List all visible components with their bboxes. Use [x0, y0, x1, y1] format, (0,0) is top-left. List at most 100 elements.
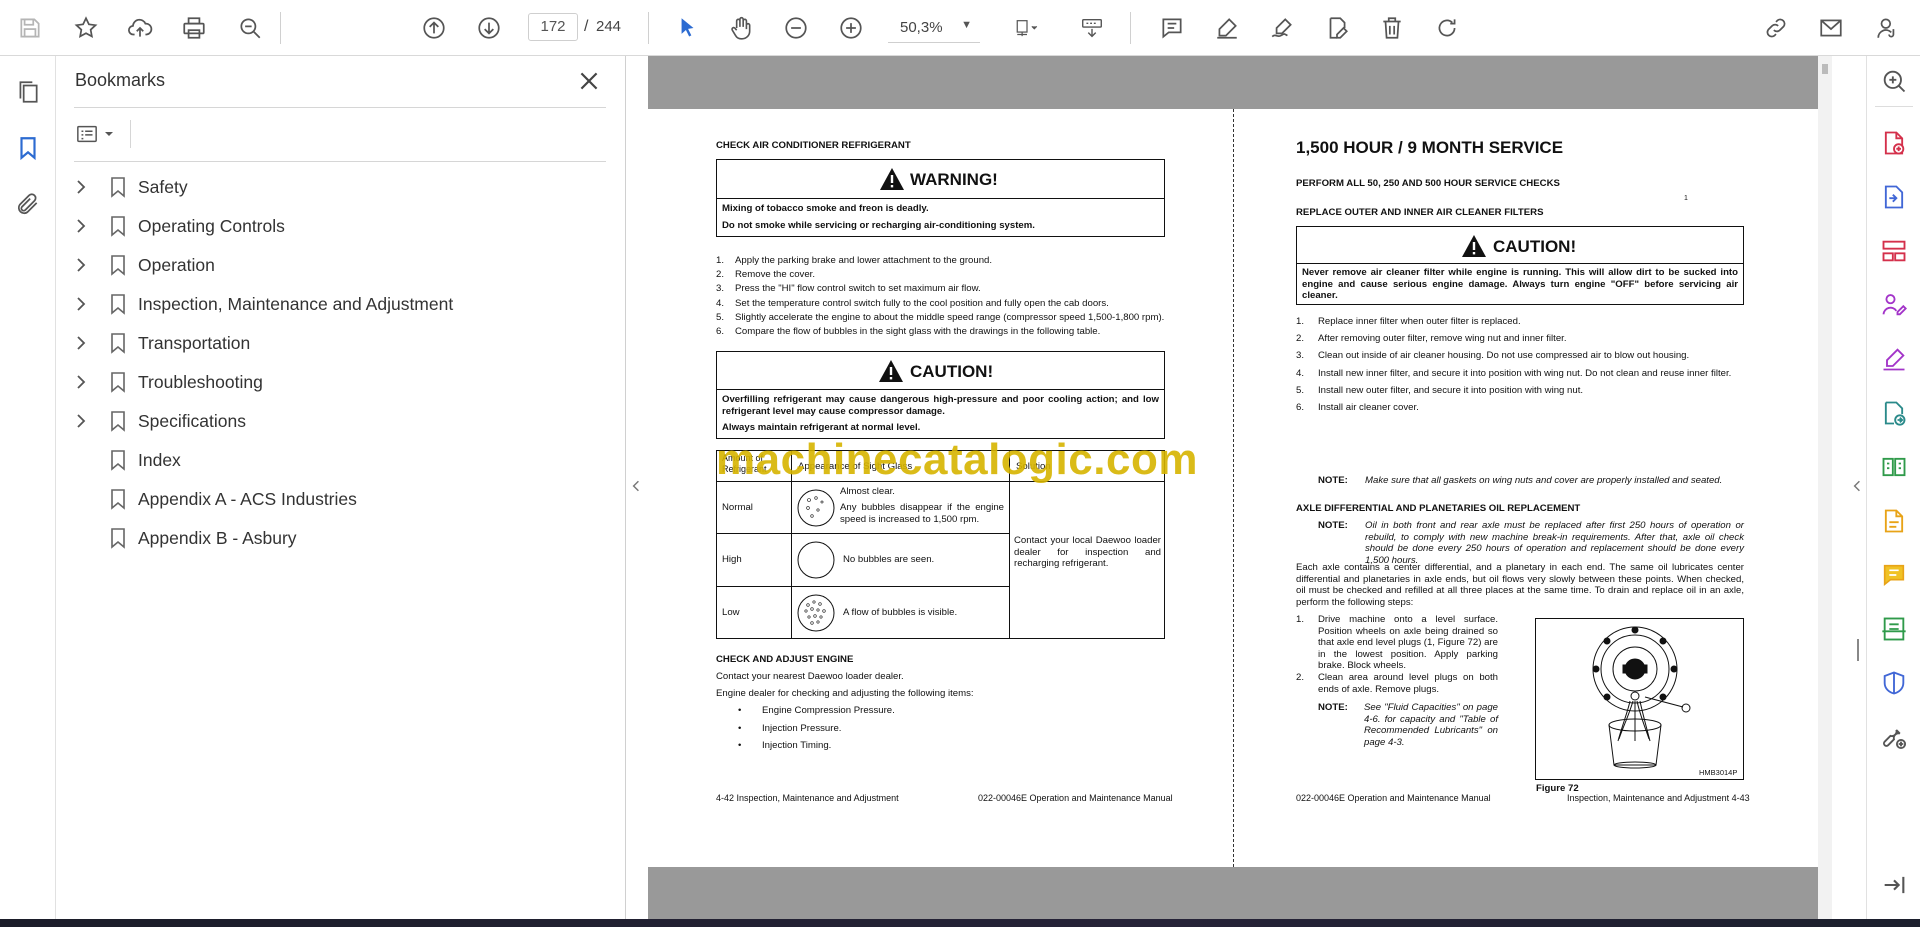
bookmark-options-button[interactable]: [74, 119, 124, 149]
protect-shield-icon[interactable]: [1877, 666, 1911, 700]
engine-check-item: Injection Pressure.: [762, 722, 842, 734]
bookmark-item[interactable]: Appendix B - Asbury: [70, 521, 610, 555]
note-1-label: NOTE:: [1318, 475, 1348, 486]
export-document-icon[interactable]: [1877, 504, 1911, 538]
collapse-left-chevron-icon: [632, 480, 639, 492]
comment-icon[interactable]: [1154, 10, 1190, 46]
step-number: 5.: [1296, 384, 1305, 396]
chevron-right-icon[interactable]: [74, 178, 88, 196]
scan-and-ocr-icon[interactable]: [1877, 612, 1911, 646]
vertical-scrollbar[interactable]: [1818, 56, 1832, 919]
right-panel-splitter[interactable]: [1848, 56, 1866, 919]
step-number: 6.: [1296, 402, 1305, 413]
engine-check-item: Injection Timing.: [762, 740, 832, 751]
bookmark-item[interactable]: Operation: [70, 248, 610, 282]
bookmark-item[interactable]: Transportation: [70, 326, 610, 360]
print-icon[interactable]: [176, 10, 212, 46]
axle-step-1: Drive machine onto a level surface. Posi…: [1318, 614, 1498, 671]
draw-signature-icon[interactable]: [1264, 10, 1300, 46]
bookmark-flag-icon: [111, 450, 125, 471]
ac-check-step: Compare the flow of bubbles in the sight…: [735, 326, 1101, 337]
send-for-review-icon[interactable]: [1877, 396, 1911, 430]
document-viewer[interactable]: CHECK AIR CONDITIONER REFRIGERANT WARNIN…: [648, 56, 1848, 919]
scrollbar-thumb[interactable]: [1822, 64, 1828, 74]
engine-line-1: Contact your nearest Daewoo loader deale…: [716, 671, 904, 682]
delete-trash-icon[interactable]: [1374, 10, 1410, 46]
bookmark-panel-icon[interactable]: [10, 130, 46, 166]
page-fit-icon[interactable]: [1002, 10, 1052, 46]
chevron-right-icon[interactable]: [74, 256, 88, 274]
user-account-icon[interactable]: [1870, 10, 1906, 46]
chevron-right-icon[interactable]: [74, 217, 88, 235]
highlight-pen-icon[interactable]: [1209, 10, 1245, 46]
bookmark-flag-icon: [111, 372, 125, 393]
step-number: 3.: [1296, 350, 1305, 362]
zoom-search-rail-icon[interactable]: [1877, 64, 1911, 98]
upload-cloud-icon[interactable]: [122, 10, 158, 46]
previous-page-icon[interactable]: [416, 10, 452, 46]
chevron-right-icon[interactable]: [74, 295, 88, 313]
watermark-text: machinecatalogic.com: [716, 435, 1198, 484]
create-pdf-icon[interactable]: [1877, 126, 1911, 160]
ac-check-step: Remove the cover.: [735, 269, 815, 281]
star-icon[interactable]: [68, 10, 104, 46]
chevron-down-icon: [105, 132, 113, 136]
scroll-mode-icon[interactable]: [1072, 10, 1112, 46]
more-tools-icon[interactable]: [1877, 720, 1911, 754]
page-thumbnails-icon[interactable]: [10, 74, 46, 110]
axle-step-2: Clean area around level plugs on both en…: [1318, 672, 1498, 695]
bookmarks-panel: Bookmarks Safety Operating Controls Operat…: [56, 56, 626, 919]
bookmark-label: Specifications: [138, 411, 246, 431]
export-pdf-icon[interactable]: [1877, 180, 1911, 214]
bookmark-item[interactable]: Index: [70, 443, 610, 477]
bookmark-item[interactable]: Operating Controls: [70, 209, 610, 243]
zoom-level-dropdown[interactable]: 50,3% ▼: [888, 13, 980, 43]
sight-glass-high-icon: [796, 540, 836, 580]
share-link-icon[interactable]: [1758, 10, 1794, 46]
right-tools-rail: [1866, 56, 1920, 919]
zoom-in-icon[interactable]: [833, 10, 869, 46]
bookmark-item[interactable]: Specifications: [70, 404, 610, 438]
bullet-marker: •: [738, 722, 742, 734]
bookmark-label: Index: [138, 450, 181, 470]
left-panel-splitter[interactable]: [626, 56, 648, 919]
redo-icon[interactable]: [1429, 10, 1465, 46]
table-row-low-label: Low: [722, 607, 740, 618]
bookmarks-panel-title: Bookmarks: [75, 70, 166, 90]
page-number-input[interactable]: 172: [528, 13, 578, 41]
fill-and-sign-icon[interactable]: [1877, 342, 1911, 376]
bookmark-flag-icon: [111, 489, 125, 510]
comment-rail-icon[interactable]: [1877, 558, 1911, 592]
chevron-right-icon[interactable]: [74, 412, 88, 430]
table-row-normal-appearance-1: Almost clear.: [840, 486, 895, 497]
note-3-text: See "Fluid Capacities" on page 4-6. for …: [1364, 702, 1498, 748]
bookmark-item[interactable]: Troubleshooting: [70, 365, 610, 399]
organize-pages-icon[interactable]: [1877, 234, 1911, 268]
caution-text-right: Never remove air cleaner filter while en…: [1302, 267, 1738, 301]
zoom-out-icon[interactable]: [778, 10, 814, 46]
select-cursor-icon[interactable]: [669, 10, 705, 46]
bookmark-label: Transportation: [138, 333, 251, 353]
attachments-paperclip-icon[interactable]: [10, 186, 46, 222]
bookmark-item[interactable]: Inspection, Maintenance and Adjustment: [70, 287, 610, 321]
bookmark-item[interactable]: Appendix A - ACS Industries: [70, 482, 610, 516]
edit-text-icon[interactable]: [1319, 10, 1355, 46]
filter-heading: REPLACE OUTER AND INNER AIR CLEANER FILT…: [1296, 207, 1544, 218]
step-number: 4.: [1296, 367, 1305, 379]
request-signatures-icon[interactable]: [1877, 288, 1911, 322]
collapse-rail-icon[interactable]: [1877, 868, 1911, 902]
compare-files-icon[interactable]: [1877, 450, 1911, 484]
note-2-text: Oil in both front and rear axle must be …: [1365, 520, 1744, 566]
chevron-right-icon[interactable]: [74, 373, 88, 391]
caution-line-2-left: Always maintain refrigerant at normal le…: [722, 422, 921, 433]
save-icon[interactable]: [12, 10, 48, 46]
email-icon[interactable]: [1813, 10, 1849, 46]
bookmark-item[interactable]: Safety: [70, 170, 610, 204]
chevron-right-icon[interactable]: [74, 334, 88, 352]
hand-tool-icon[interactable]: [723, 10, 759, 46]
close-icon[interactable]: [576, 68, 602, 94]
next-page-icon[interactable]: [471, 10, 507, 46]
chevron-down-icon: ▼: [961, 19, 972, 31]
zoom-search-icon[interactable]: [232, 10, 268, 46]
warning-line-2: Do not smoke while servicing or rechargi…: [722, 220, 1035, 231]
